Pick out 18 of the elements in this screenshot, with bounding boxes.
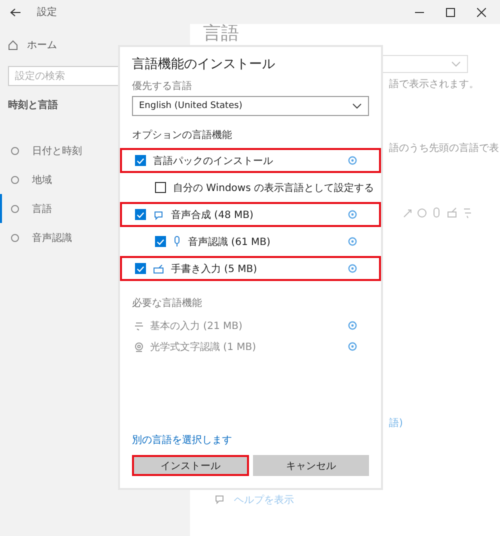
- page-heading: 言語: [203, 24, 239, 44]
- window-title: 設定: [37, 6, 57, 19]
- feature-label: 自分の Windows の表示言語として設定する: [173, 182, 374, 194]
- section-heading: オプションの言語機能: [131, 128, 233, 143]
- feature-label: 光学式文字認識 (1 MB): [150, 340, 256, 354]
- description-text: 語で表示されます。: [389, 78, 479, 91]
- feature-label: 基本の入力 (21 MB): [150, 320, 242, 332]
- cancel-button[interactable]: キャンセル: [252, 455, 369, 476]
- install-button[interactable]: インストール: [132, 455, 248, 476]
- language-select[interactable]: English (United States): [132, 96, 369, 116]
- feature-label: 音声認識 (61 MB): [188, 236, 270, 248]
- home-link[interactable]: ホーム: [0, 34, 190, 56]
- feature-label: 手書き入力 (5 MB): [171, 262, 258, 276]
- section-title: 時刻と言語: [8, 98, 58, 112]
- feature-label: 言語パックのインストール: [153, 154, 273, 168]
- section-heading: 必要な言語機能: [131, 296, 203, 311]
- description-text: 語のうち先頭の言語で表: [389, 142, 499, 155]
- choose-language-link[interactable]: 別の言語を選択します: [120, 433, 381, 455]
